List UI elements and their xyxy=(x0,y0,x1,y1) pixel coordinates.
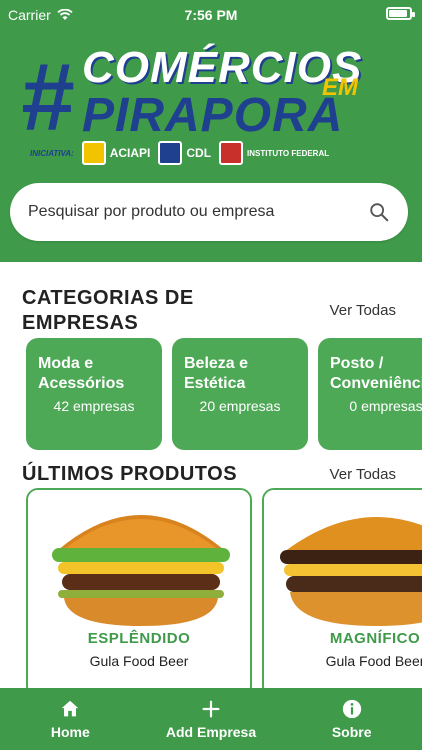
product-name: MAGNÍFICO xyxy=(329,630,421,647)
tab-about-label: Sobre xyxy=(331,724,372,740)
category-count: 42 empresas xyxy=(53,398,135,414)
tab-home-label: Home xyxy=(50,724,90,740)
tab-add-company-label: Add Empresa xyxy=(165,724,257,740)
categories-see-all-link[interactable]: Ver Todas xyxy=(330,302,396,319)
product-company: Gula Food Beer xyxy=(89,653,189,669)
category-card-moda[interactable]: Moda e Acessórios 42 empresas xyxy=(26,338,162,450)
plus-icon xyxy=(202,700,220,718)
status-right xyxy=(386,7,415,20)
products-section-title: ÚLTIMOS PRODUTOS xyxy=(22,463,238,485)
tab-about[interactable]: Sobre xyxy=(281,688,422,750)
battery-icon xyxy=(386,7,415,20)
partner-cdl: CDL xyxy=(158,141,211,165)
category-name: Beleza e Estética xyxy=(184,355,249,392)
tab-home[interactable]: Home xyxy=(0,688,141,750)
cdl-logo-icon xyxy=(158,141,183,165)
partner-instituto-federal: INSTITUTO FEDERAL xyxy=(219,141,329,165)
product-card[interactable]: ESPLÊNDIDO Gula Food Beer xyxy=(26,488,252,690)
category-name: Moda e Acessórios xyxy=(38,355,125,392)
product-name: ESPLÊNDIDO xyxy=(87,630,191,647)
product-company: Gula Food Beer xyxy=(325,653,422,669)
search-input[interactable] xyxy=(28,203,368,221)
home-icon xyxy=(62,700,79,717)
category-count: 20 empresas xyxy=(199,398,281,414)
banner-hash: # xyxy=(20,44,74,151)
category-count: 0 empresas xyxy=(349,398,422,414)
status-time: 7:56 PM xyxy=(184,7,238,23)
partner-aciapi: ACIAPI xyxy=(81,141,150,165)
product-card[interactable]: MAGNÍFICO Gula Food Beer xyxy=(262,488,422,690)
search-bar[interactable] xyxy=(10,183,408,241)
categories-carousel[interactable]: Moda e Acessórios 42 empresas Beleza e E… xyxy=(24,338,422,450)
instituto-federal-logo-icon xyxy=(219,141,244,165)
category-card-posto[interactable]: Posto / Conveniência 0 empresas xyxy=(318,338,422,450)
products-see-all-link[interactable]: Ver Todas xyxy=(330,466,396,483)
category-card-beleza[interactable]: Beleza e Estética 20 empresas xyxy=(172,338,308,450)
header: Carrier 7:56 PM # COMÉRCIOS EM PIRAPORA … xyxy=(0,0,422,262)
categories-section-title: CATEGORIAS DE EMPRESAS xyxy=(22,287,194,334)
info-icon xyxy=(342,699,361,719)
product-image xyxy=(264,490,422,628)
banner-title-line1: COMÉRCIOS xyxy=(82,43,363,92)
products-carousel[interactable]: ESPLÊNDIDO Gula Food Beer MAGNÍFICO Gula… xyxy=(24,488,422,690)
search-icon[interactable] xyxy=(368,201,390,223)
product-image xyxy=(28,490,250,628)
bottom-tab-bar: Home Add Empresa Sobre xyxy=(0,688,422,750)
banner-title-line2: PIRAPORA xyxy=(82,89,344,142)
aciapi-logo-icon xyxy=(81,141,106,165)
status-bar: Carrier 7:56 PM xyxy=(0,0,422,30)
category-name: Posto / Conveniência xyxy=(330,355,422,392)
partner-logos: INICIATIVA: ACIAPI CDL INSTITUTO FEDERAL xyxy=(30,136,390,170)
tab-add-company[interactable]: Add Empresa xyxy=(141,688,282,750)
initiative-label: INICIATIVA: xyxy=(30,148,74,158)
